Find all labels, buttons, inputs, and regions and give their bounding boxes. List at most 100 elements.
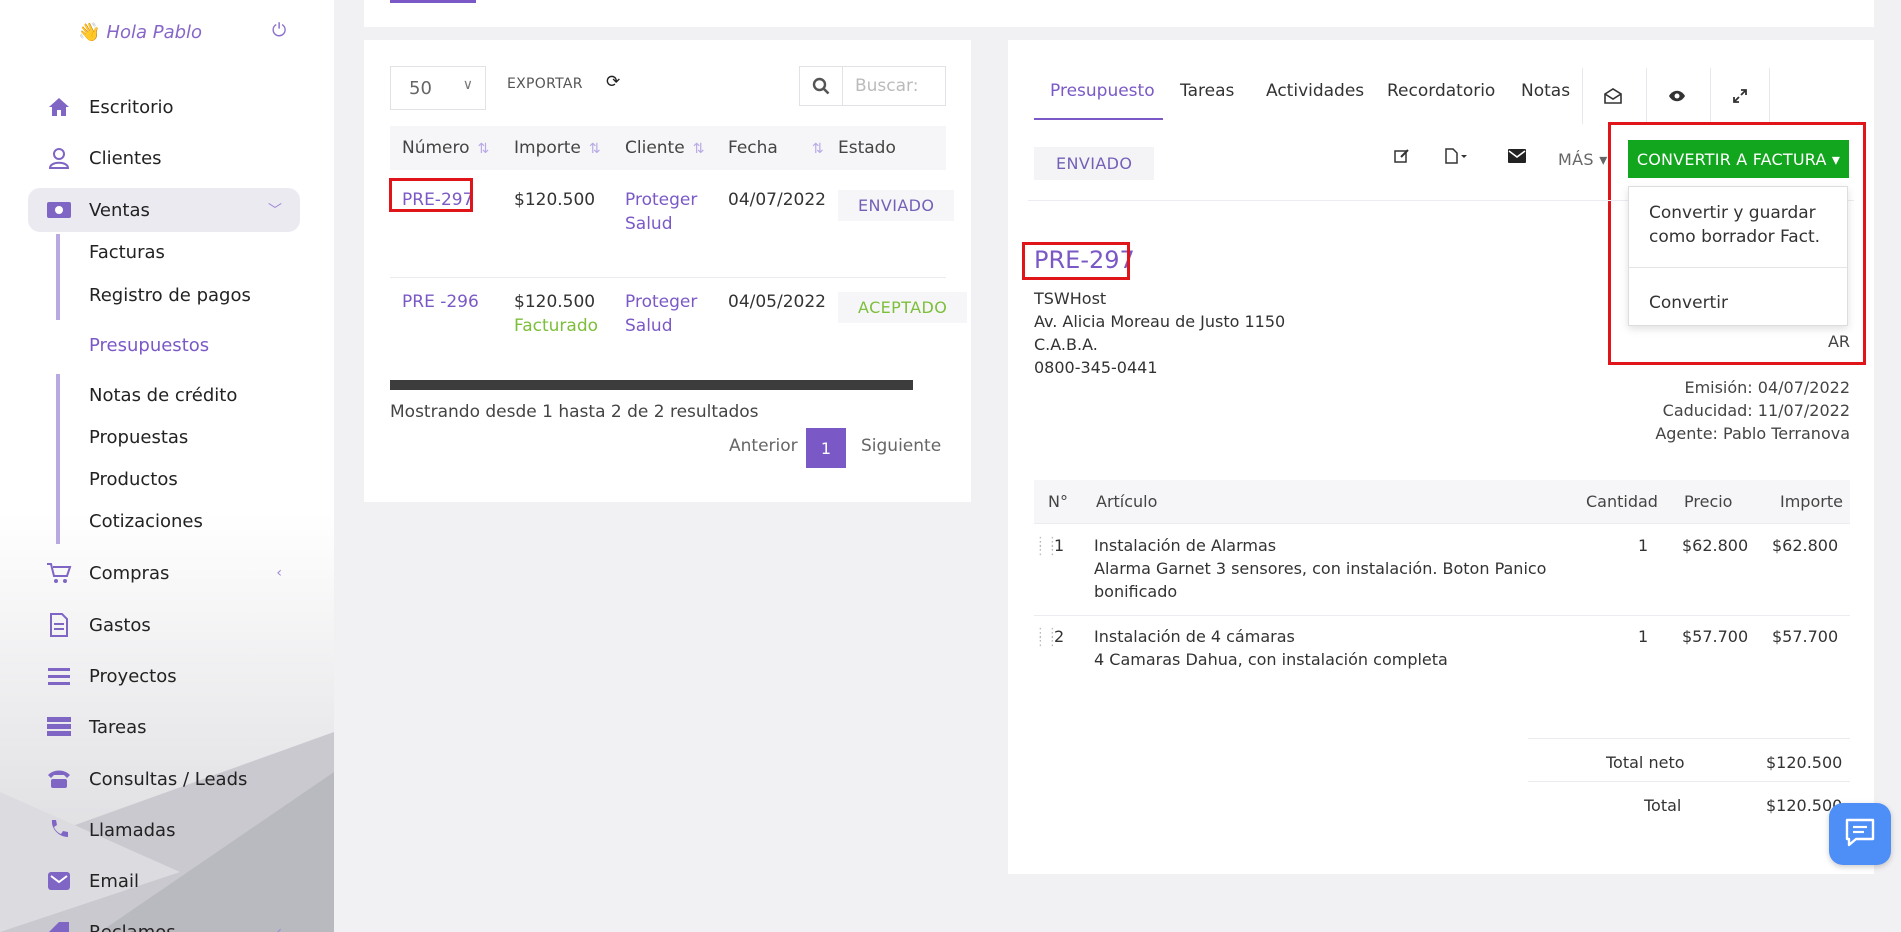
horizontal-scrollbar[interactable]: [390, 380, 913, 390]
search-icon[interactable]: [800, 67, 843, 105]
cart-icon: [44, 561, 74, 585]
pdf-icon[interactable]: [1444, 148, 1470, 169]
row-fecha: 04/05/2022: [728, 292, 826, 312]
item-price: $57.700: [1682, 627, 1749, 646]
active-tab-underline: [1034, 118, 1163, 120]
nav-tareas[interactable]: Tareas: [28, 705, 300, 749]
row-cliente[interactable]: Proteger Salud: [625, 188, 697, 236]
call-icon: [44, 818, 74, 842]
search-input[interactable]: [855, 76, 945, 96]
nav-consultas-leads[interactable]: Consultas / Leads: [28, 757, 300, 801]
col-n: N°: [1048, 492, 1068, 511]
money-icon: [44, 198, 74, 222]
sub-presupuestos[interactable]: Presupuestos: [89, 335, 209, 356]
expiry-date: Caducidad: 11/07/2022: [1662, 401, 1850, 420]
items-table-header: N° Artículo Cantidad Precio Importe: [1034, 480, 1850, 524]
nav-llamadas[interactable]: Llamadas: [28, 808, 300, 852]
phone: 0800-345-0441: [1034, 358, 1158, 377]
nav-ventas[interactable]: Ventas ﹀: [28, 188, 300, 232]
nav-label: Compras: [89, 562, 170, 584]
sub-facturas[interactable]: Facturas: [89, 242, 165, 263]
nav-label: Gastos: [89, 614, 151, 636]
col-numero[interactable]: Número ⇅: [402, 138, 489, 158]
table-row[interactable]: PRE -296 $120.500 Facturado Proteger Salud…: [390, 280, 968, 360]
status-badge: ACEPTADO: [838, 292, 968, 323]
convert-save-draft-option[interactable]: Convertir y guardar como borrador Fact.: [1649, 201, 1820, 249]
nav-label: Ventas: [89, 199, 150, 221]
nav-compras[interactable]: Compras ‹: [28, 551, 300, 595]
sub-registro-pagos[interactable]: Registro de pagos: [89, 285, 251, 306]
user-greeting[interactable]: 👋 Hola Pablo: [78, 22, 202, 43]
pagination-prev[interactable]: Anterior: [729, 436, 798, 456]
sub-notas-credito[interactable]: Notas de crédito: [89, 385, 237, 406]
nav-reclamos[interactable]: Reclamos ‹: [28, 910, 300, 932]
nav-gastos[interactable]: Gastos: [28, 603, 300, 647]
submenu-bar: [56, 374, 60, 544]
nav-escritorio[interactable]: Escritorio: [28, 85, 300, 129]
item-description: Instalación de 4 cámaras 4 Camaras Dahua…: [1094, 627, 1448, 669]
col-importe[interactable]: Importe ⇅: [514, 138, 601, 158]
chat-button[interactable]: [1829, 803, 1891, 865]
greeting-text: Hola Pablo: [106, 22, 203, 43]
eye-icon[interactable]: [1646, 68, 1706, 124]
row-fecha: 04/07/2022: [728, 190, 826, 210]
refresh-icon[interactable]: ⟳: [606, 72, 620, 92]
item-description: Instalación de Alarmas Alarma Garnet 3 s…: [1094, 536, 1547, 601]
document-meta: Emisión: 04/07/2022 Caducidad: 11/07/202…: [1655, 376, 1850, 445]
tab-notas[interactable]: Notas: [1521, 81, 1570, 101]
page-size-select[interactable]: 50 ∨: [390, 66, 486, 110]
bars-icon: [44, 664, 74, 688]
row-numero[interactable]: PRE -296: [402, 290, 479, 314]
power-icon[interactable]: ⏻: [272, 20, 286, 41]
edit-icon[interactable]: [1394, 148, 1410, 169]
sort-icon: ⇅: [811, 141, 824, 157]
nav-label: Reclamos: [89, 921, 176, 932]
wave-hand-icon: 👋: [78, 22, 101, 43]
tab-recordatorio[interactable]: Recordatorio: [1387, 81, 1495, 101]
agent: Agente: Pablo Terranova: [1655, 424, 1850, 443]
item-number: 2: [1054, 627, 1065, 646]
pagination-current[interactable]: 1: [806, 428, 846, 468]
phone-icon: [44, 767, 74, 791]
nav-label: Consultas / Leads: [89, 768, 248, 790]
user-icon: [44, 146, 74, 170]
sub-productos[interactable]: Productos: [89, 469, 178, 490]
convert-option[interactable]: Convertir: [1649, 291, 1728, 315]
item-quantity: 1: [1638, 536, 1649, 555]
expand-icon[interactable]: [1710, 68, 1770, 124]
col-cantidad: Cantidad: [1586, 492, 1658, 511]
results-info: Mostrando desde 1 hasta 2 de 2 resultado…: [390, 402, 759, 422]
highlight-box: [1022, 242, 1130, 280]
tab-actividades[interactable]: Actividades: [1266, 81, 1364, 101]
tab-tareas[interactable]: Tareas: [1180, 81, 1234, 101]
convert-dropdown-menu: Convertir y guardar como borrador Fact. C…: [1628, 186, 1848, 326]
chevron-left-icon: ‹: [276, 924, 282, 932]
tab-presupuesto[interactable]: Presupuesto: [1050, 81, 1155, 101]
nav-proyectos[interactable]: Proyectos: [28, 654, 300, 698]
sub-propuestas[interactable]: Propuestas: [89, 427, 188, 448]
envelope-open-icon[interactable]: [1582, 68, 1642, 124]
country: AR: [1827, 332, 1850, 351]
more-button[interactable]: MÁS ▾: [1558, 150, 1608, 169]
tag-icon: [44, 920, 74, 932]
sub-cotizaciones[interactable]: Cotizaciones: [89, 511, 203, 532]
row-cliente[interactable]: Proteger Salud: [625, 290, 697, 338]
col-fecha[interactable]: Fecha ⇅: [728, 138, 824, 158]
col-cliente[interactable]: Cliente ⇅: [625, 138, 704, 158]
col-estado[interactable]: Estado: [838, 138, 896, 158]
file-icon: [44, 613, 74, 637]
nav-clientes[interactable]: Clientes: [28, 136, 300, 180]
nav-email[interactable]: Email: [28, 859, 300, 903]
company-name: TSWHost: [1034, 289, 1107, 308]
item-amount: $57.700: [1772, 627, 1839, 646]
row-importe: $120.500 Facturado: [514, 292, 599, 336]
mail-icon[interactable]: [1508, 148, 1526, 168]
address-line: C.A.B.A.: [1034, 335, 1098, 354]
export-button[interactable]: EXPORTAR: [507, 76, 583, 92]
pagination-next[interactable]: Siguiente: [861, 436, 941, 456]
nav-label: Tareas: [89, 716, 147, 738]
item-amount: $62.800: [1772, 536, 1839, 555]
table-row[interactable]: PRE-297 $120.500 Proteger Salud 04/07/202…: [390, 178, 955, 278]
col-importe: Importe: [1780, 492, 1843, 511]
total-neto-label: Total neto: [1606, 753, 1685, 772]
